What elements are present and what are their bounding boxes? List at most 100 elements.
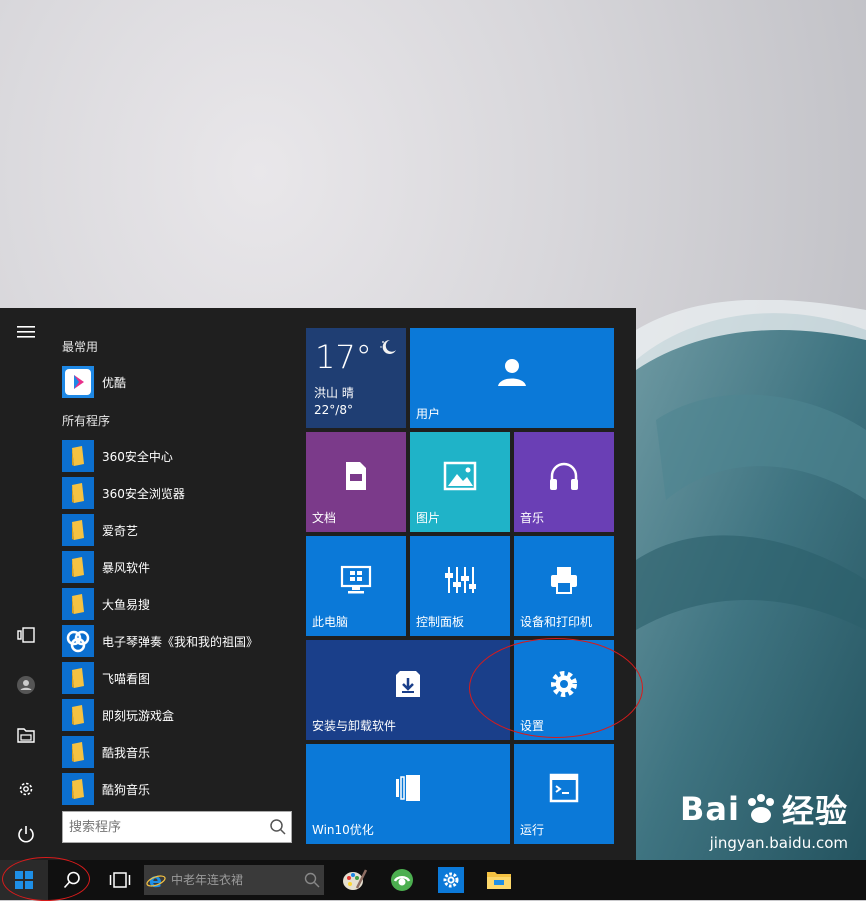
app-label: 飞喵看图 — [102, 671, 151, 686]
tile-pictures[interactable]: 图片 — [410, 432, 510, 532]
tile-label: 设备和打印机 — [520, 615, 593, 629]
app-item-360-security[interactable]: 360安全中心 — [62, 439, 292, 473]
tile-control-panel[interactable]: 控制面板 — [410, 536, 510, 636]
task-view-icon — [109, 872, 131, 888]
tile-music[interactable]: 音乐 — [514, 432, 614, 532]
taskbar-search-button[interactable] — [50, 860, 94, 900]
taskbar-360-browser-app[interactable] — [382, 860, 422, 900]
tile-devices-printers[interactable]: 设备和打印机 — [514, 536, 614, 636]
document-icon — [346, 462, 366, 490]
user-account-icon[interactable] — [12, 671, 40, 699]
app-item-youku[interactable]: 优酷 — [62, 365, 292, 399]
app-label: 优酷 — [102, 375, 127, 390]
youku-icon — [62, 366, 94, 398]
tile-this-pc[interactable]: 此电脑 — [306, 536, 406, 636]
folder-icon — [62, 588, 94, 620]
app-item-kuwo[interactable]: 酷我音乐 — [62, 735, 292, 769]
task-view-button[interactable] — [98, 860, 142, 900]
hamburger-menu-icon[interactable] — [12, 318, 40, 346]
tile-label: 运行 — [520, 823, 545, 837]
app-item-kugou[interactable]: 酷狗音乐 — [62, 772, 292, 806]
tile-settings[interactable]: 设置 — [514, 640, 614, 740]
taskbar-settings-app[interactable] — [430, 860, 472, 900]
start-rail — [0, 308, 52, 860]
app-label: 爱奇艺 — [102, 523, 139, 538]
tile-label: 文档 — [312, 511, 337, 525]
app-item-360-browser[interactable]: 360安全浏览器 — [62, 476, 292, 510]
baidu-paw-icon — [747, 794, 774, 823]
gear-icon — [551, 671, 577, 697]
settings-gear-icon[interactable] — [12, 775, 40, 803]
folder-icon — [62, 551, 94, 583]
tile-label: Win10优化 — [312, 823, 374, 837]
tile-user[interactable]: 用户 — [410, 328, 614, 428]
folder-icon — [62, 440, 94, 472]
wave-wallpaper-art — [636, 300, 866, 860]
app-item-feimiao[interactable]: 飞喵看图 — [62, 661, 292, 695]
computer-monitor-icon — [340, 565, 372, 594]
tile-label: 控制面板 — [416, 615, 465, 629]
app-item-iqiyi[interactable]: 爱奇艺 — [62, 513, 292, 547]
headphones-icon — [550, 462, 578, 490]
tile-install-uninstall[interactable]: 安装与卸载软件 — [306, 640, 510, 740]
folder-icon — [62, 736, 94, 768]
folder-icon — [487, 872, 511, 889]
ie-browser-icon: e — [144, 870, 169, 890]
weather-city: 洪山 — [314, 386, 339, 400]
watermark-brand-a: Bai — [680, 790, 740, 828]
search-icon[interactable] — [301, 872, 324, 888]
tablet-mode-icon[interactable] — [12, 621, 40, 649]
sliders-icon — [445, 567, 476, 593]
paint-palette-icon — [343, 869, 367, 890]
folder-icon — [62, 699, 94, 731]
taskbar: e — [0, 860, 866, 900]
search-icon[interactable] — [265, 818, 291, 836]
tile-label: 用户 — [416, 407, 441, 421]
optimize-bars-icon — [396, 775, 420, 801]
tile-documents[interactable]: 文档 — [306, 432, 406, 532]
tile-label: 此电脑 — [312, 615, 349, 629]
app-item-jike-game[interactable]: 即刻玩游戏盒 — [62, 698, 292, 732]
app-item-dayu-search[interactable]: 大鱼易搜 — [62, 587, 292, 621]
tile-run[interactable]: 运行 — [514, 744, 614, 844]
app-label: 酷狗音乐 — [102, 782, 151, 797]
app-item-piano[interactable]: 电子琴弹奏《我和我的祖国》 — [62, 624, 292, 658]
person-icon — [498, 359, 526, 386]
taskbar-search-input[interactable] — [168, 872, 301, 888]
program-search-input[interactable] — [63, 812, 265, 842]
run-terminal-icon — [549, 773, 579, 803]
start-menu: 最常用 优酷 所有程序 360安全中心 360安全浏览器 爱奇艺 暴风软件 大鱼… — [0, 308, 636, 860]
tile-label: 安装与卸载软件 — [312, 719, 397, 733]
folder-icon — [62, 662, 94, 694]
svg-text:e: e — [149, 870, 162, 890]
tile-weather[interactable]: 17° 洪山 晴 22°/8° — [306, 328, 406, 428]
install-box-icon — [396, 671, 420, 697]
app-label: 即刻玩游戏盒 — [102, 708, 175, 723]
taskbar-paint-app[interactable] — [334, 860, 374, 900]
app-label: 360安全中心 — [102, 449, 173, 464]
app-label: 电子琴弹奏《我和我的祖国》 — [102, 634, 259, 649]
picture-icon — [443, 461, 477, 491]
app-label: 暴风软件 — [102, 560, 151, 575]
baidu-jingyan-watermark: Bai 经验 jingyan.baidu.com — [680, 786, 848, 852]
windows-logo-icon — [15, 871, 33, 889]
file-explorer-icon[interactable] — [12, 721, 40, 749]
start-button[interactable] — [0, 860, 48, 900]
folder-icon — [62, 773, 94, 805]
folder-icon — [62, 477, 94, 509]
power-icon[interactable] — [12, 820, 40, 848]
taskbar-browser-search-box: e — [144, 865, 324, 895]
watermark-brand-b: 经验 — [781, 792, 848, 830]
weather-range: 22°/8° — [314, 403, 353, 417]
all-programs-heading: 所有程序 — [62, 414, 111, 428]
taskbar-file-explorer-app[interactable] — [478, 860, 520, 900]
app-item-baofeng[interactable]: 暴风软件 — [62, 550, 292, 584]
most-used-heading: 最常用 — [62, 340, 99, 354]
tile-win10-optimize[interactable]: Win10优化 — [306, 744, 510, 844]
weather-condition: 晴 — [341, 386, 354, 400]
app-list: 最常用 优酷 所有程序 360安全中心 360安全浏览器 爱奇艺 暴风软件 大鱼… — [52, 308, 297, 860]
tile-label: 设置 — [520, 719, 545, 733]
watermark-url: jingyan.baidu.com — [709, 834, 848, 852]
app-label: 酷我音乐 — [102, 745, 151, 760]
moon-night-icon — [380, 339, 396, 354]
